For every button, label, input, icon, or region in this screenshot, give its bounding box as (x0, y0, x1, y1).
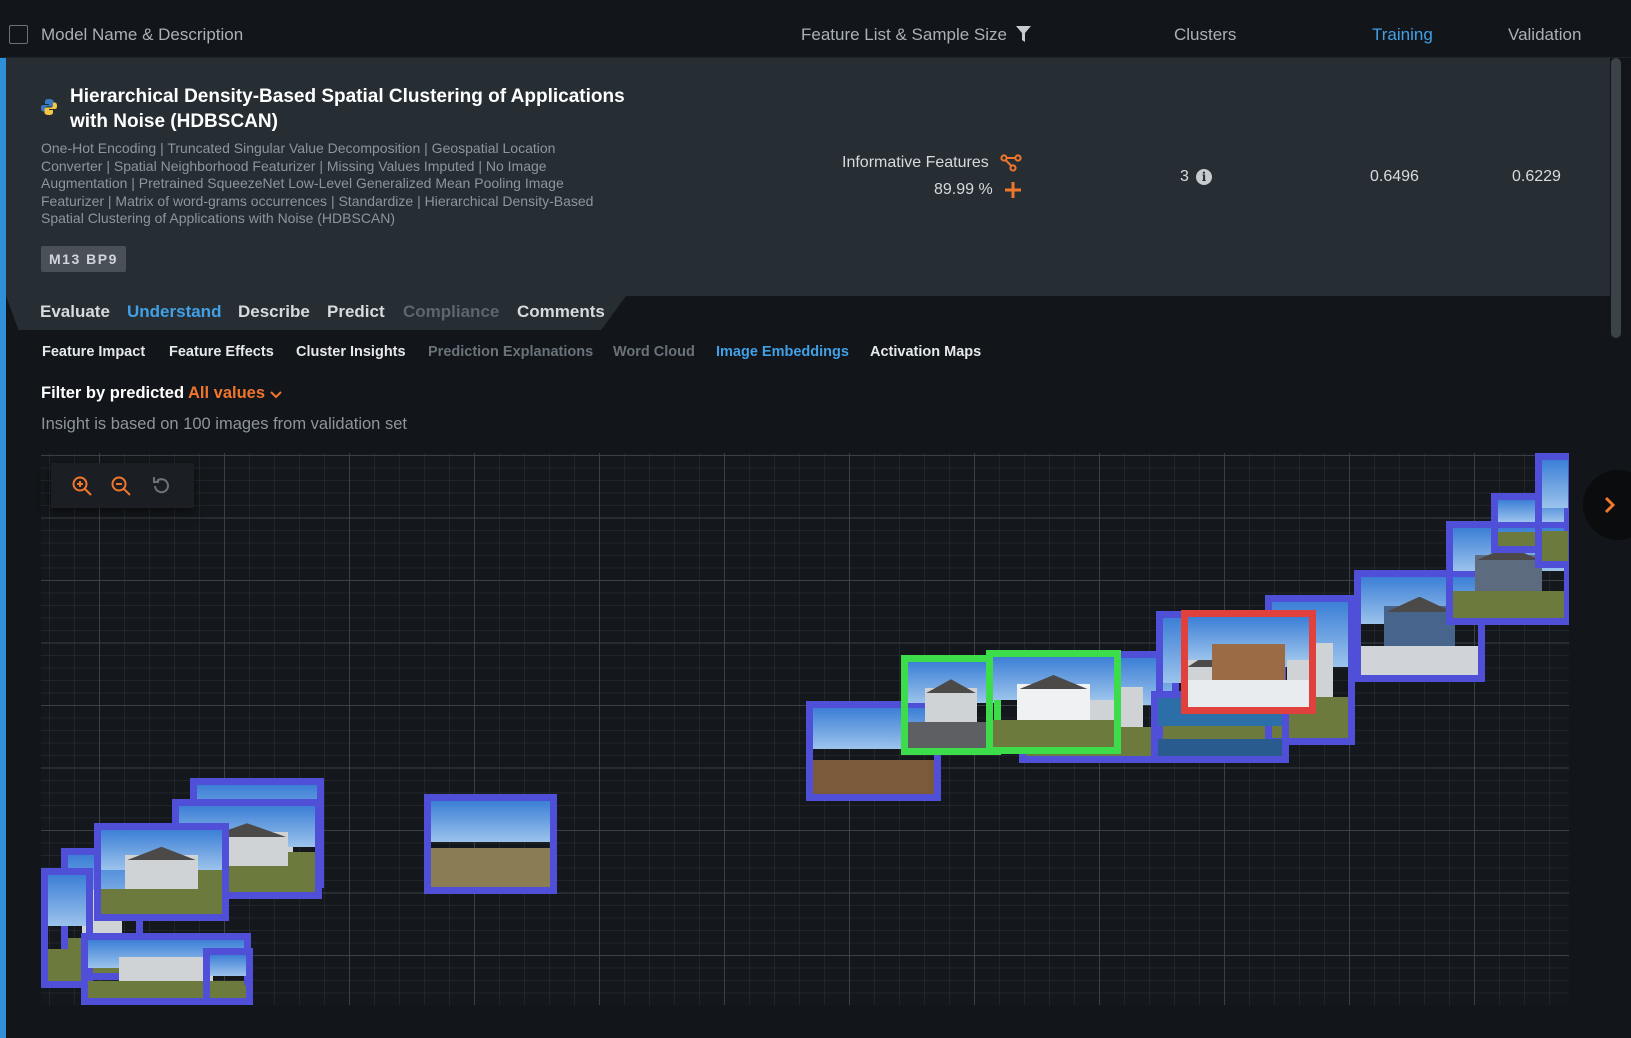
embedding-image-green[interactable] (986, 650, 1121, 754)
tab-predict[interactable]: Predict (327, 302, 385, 322)
python-icon (41, 99, 57, 115)
filter-icon[interactable] (1015, 25, 1032, 44)
tab-evaluate[interactable]: Evaluate (40, 302, 110, 322)
tab-understand[interactable]: Understand (127, 302, 221, 322)
clusters-value: 3 (1180, 168, 1189, 185)
next-button[interactable] (1583, 470, 1631, 540)
select-all-checkbox[interactable] (9, 25, 28, 44)
feature-graph-icon[interactable] (1000, 154, 1022, 172)
image-embeddings-canvas[interactable] (41, 453, 1569, 1005)
subtab-activation-maps[interactable]: Activation Maps (870, 344, 981, 360)
embedding-image[interactable] (1535, 453, 1569, 568)
add-icon[interactable] (1003, 180, 1023, 200)
model-blueprint-description: One-Hot Encoding | Truncated Singular Va… (41, 140, 594, 226)
subtab-feature-impact[interactable]: Feature Impact (42, 344, 145, 360)
tab-comments[interactable]: Comments (517, 302, 605, 322)
subtab-image-embeddings[interactable]: Image Embeddings (716, 344, 849, 360)
validation-score: 0.6229 (1512, 168, 1561, 185)
embedding-image[interactable] (94, 823, 229, 921)
zoom-toolbar (51, 463, 194, 508)
clusters-column-header[interactable]: Clusters (1174, 25, 1236, 45)
filter-label: Filter by predicted (41, 384, 185, 402)
chevron-down-icon[interactable] (270, 391, 282, 400)
subtab-feature-effects[interactable]: Feature Effects (169, 344, 274, 360)
model-badge: M13 BP9 (41, 246, 126, 272)
insight-note: Insight is based on 100 images from vali… (41, 415, 407, 433)
feature-list-name[interactable]: Informative Features (842, 154, 989, 172)
selected-row-indicator (0, 58, 6, 1038)
embedding-image[interactable] (424, 794, 557, 894)
embedding-image-red[interactable] (1181, 610, 1316, 714)
scrollbar[interactable] (1611, 58, 1621, 338)
tab-describe[interactable]: Describe (238, 302, 310, 322)
model-column-header[interactable]: Model Name & Description (41, 25, 243, 45)
info-icon[interactable]: i (1196, 169, 1212, 185)
filter-dropdown[interactable]: All values (188, 384, 265, 403)
training-column-header[interactable]: Training (1372, 25, 1433, 45)
subtab-prediction-explanations: Prediction Explanations (428, 344, 594, 360)
table-header: Model Name & Description Feature List & … (0, 0, 1631, 58)
training-score: 0.6496 (1370, 168, 1419, 185)
feature-list-column-header[interactable]: Feature List & Sample Size (801, 25, 1007, 45)
validation-column-header[interactable]: Validation (1508, 25, 1581, 45)
chevron-right-icon (1604, 496, 1616, 514)
tab-compliance: Compliance (403, 302, 500, 321)
zoom-in-icon[interactable] (71, 475, 93, 497)
subtab-word-cloud: Word Cloud (613, 344, 695, 360)
subtab-cluster-insights[interactable]: Cluster Insights (296, 344, 406, 360)
reset-icon[interactable] (150, 475, 172, 497)
embedding-image[interactable] (203, 948, 253, 1005)
sample-size: 89.99 % (934, 181, 993, 198)
model-title[interactable]: Hierarchical Density-Based Spatial Clust… (70, 84, 640, 134)
zoom-out-icon[interactable] (110, 475, 132, 497)
